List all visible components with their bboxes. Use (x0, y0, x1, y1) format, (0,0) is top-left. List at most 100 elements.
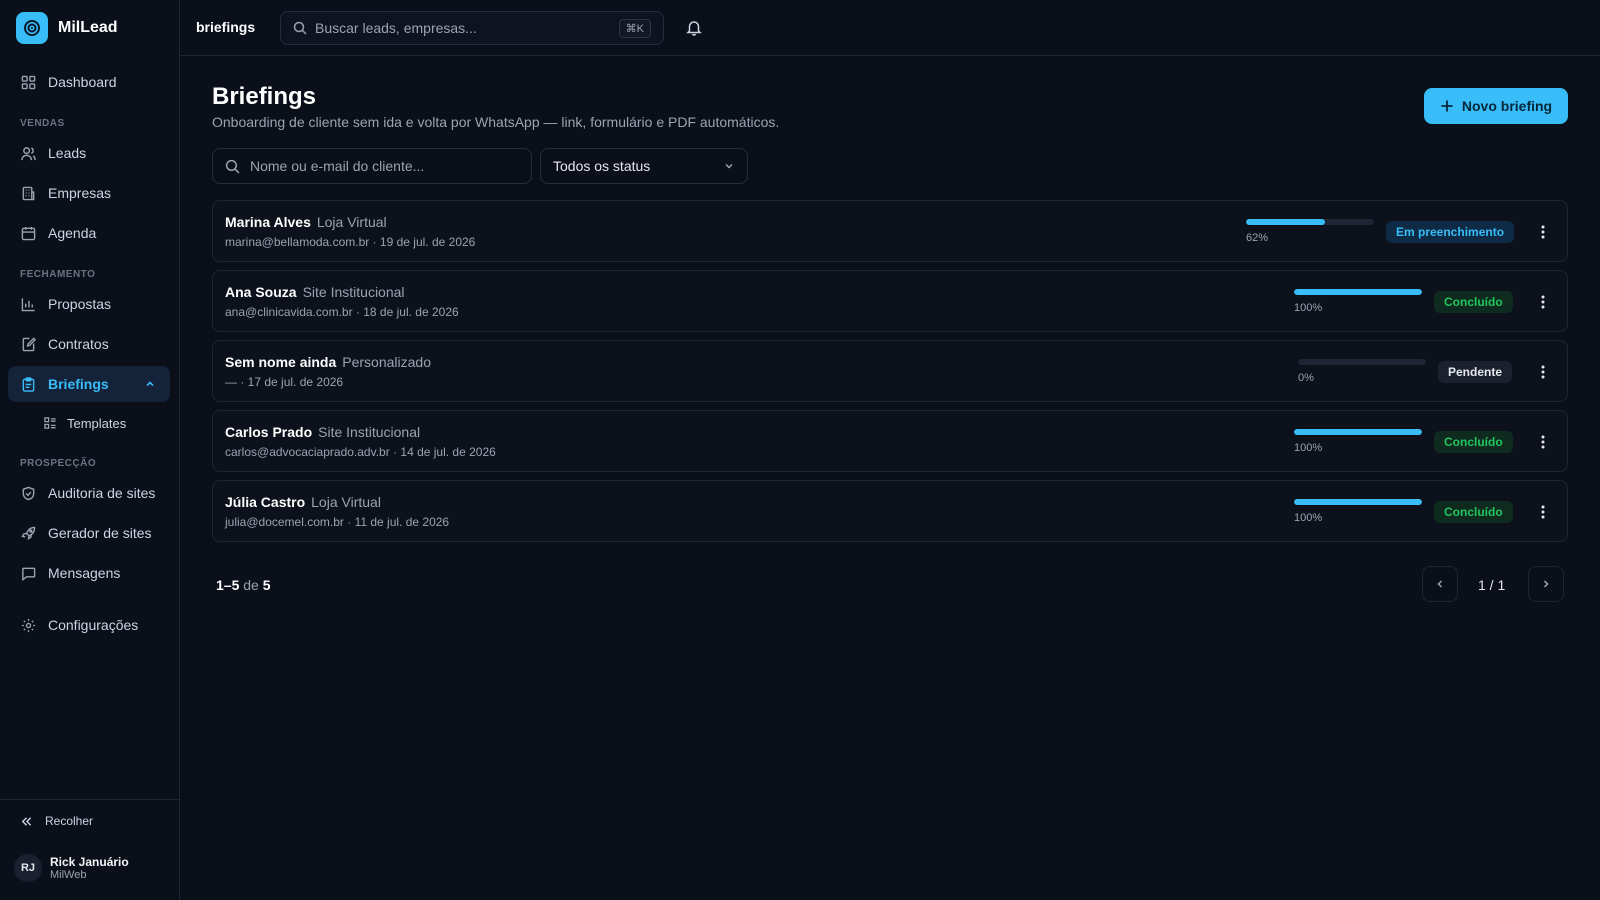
client-name-text: Marina Alves (225, 214, 311, 230)
client-name-text: Júlia Castro (225, 494, 306, 510)
list-item[interactable]: Sem nome ainda Personalizado — · 17 de ju… (212, 340, 1568, 402)
sidebar-item-leads[interactable]: Leads (8, 135, 170, 171)
progress-label: 62% (1246, 232, 1269, 244)
client-search[interactable] (212, 148, 532, 184)
sidebar-item-agenda[interactable]: Agenda (8, 215, 170, 251)
status-filter-value: Todos os status (553, 158, 651, 174)
briefing-type: Site Institucional (318, 424, 421, 440)
avatar: RJ (14, 854, 42, 882)
more-vertical-icon[interactable] (1533, 431, 1553, 453)
bar-chart-icon (20, 296, 36, 312)
progress-fill (1294, 289, 1422, 295)
sidebar-item-briefings[interactable]: Briefings (8, 366, 170, 402)
progress-bar (1294, 289, 1422, 295)
client-search-input[interactable] (250, 158, 510, 174)
sidebar-item-gerador[interactable]: Gerador de sites (8, 515, 170, 551)
calendar-icon (20, 225, 36, 241)
sidebar-item-contratos[interactable]: Contratos (8, 326, 170, 362)
chevrons-left-icon (20, 815, 33, 828)
page-subtitle: Onboarding de cliente sem ida e volta po… (212, 114, 780, 130)
client-name: Sem nome ainda Personalizado (225, 354, 431, 370)
list-item[interactable]: Carlos Prado Site Institucional carlos@ad… (212, 410, 1568, 472)
progress-bar (1246, 219, 1374, 225)
client-name-text: Carlos Prado (225, 424, 313, 440)
sidebar-item-auditoria[interactable]: Auditoria de sites (8, 475, 170, 511)
client-email: ana@clinicavida.com.br (225, 305, 353, 319)
sidebar-divider (0, 799, 180, 800)
progress-fill (1246, 219, 1326, 225)
status-badge: Concluído (1434, 431, 1513, 453)
chevron-up-icon[interactable] (144, 378, 156, 390)
collapse-label: Recolher (45, 814, 94, 828)
section-vendas: VENDAS (20, 118, 65, 129)
client-email: carlos@advocaciaprado.adv.br (225, 445, 390, 459)
sidebar-subitem-templates[interactable]: Templates (44, 412, 126, 434)
briefing-date: 17 de jul. de 2026 (247, 375, 344, 389)
status-badge: Concluído (1434, 291, 1513, 313)
status-filter-select[interactable]: Todos os status (540, 148, 748, 184)
list-item[interactable]: Ana Souza Site Institucional ana@clinicav… (212, 270, 1568, 332)
pagination-total: 5 (262, 577, 271, 593)
search-icon (293, 21, 307, 35)
sidebar-item-configuracoes[interactable]: Configurações (8, 607, 170, 643)
building-icon (20, 185, 36, 201)
briefing-type: Site Institucional (302, 284, 405, 300)
gear-icon (20, 617, 36, 633)
progress-bar (1298, 359, 1426, 365)
sidebar-item-mensagens[interactable]: Mensagens (8, 555, 170, 591)
sidebar-item-empresas[interactable]: Empresas (8, 175, 170, 211)
prev-page-button[interactable] (1422, 566, 1458, 602)
sidebar-item-label: Dashboard (48, 74, 117, 90)
collapse-sidebar-button[interactable]: Recolher (20, 814, 93, 828)
briefing-date: 19 de jul. de 2026 (379, 235, 476, 249)
progress-fill (1294, 429, 1422, 435)
bell-icon[interactable] (686, 19, 702, 39)
more-vertical-icon[interactable] (1533, 501, 1553, 523)
sidebar-item-propostas[interactable]: Propostas (8, 286, 170, 322)
topbar: briefings ⌘K (180, 0, 1600, 56)
pagination-range: 1–5 (216, 577, 240, 593)
dashboard-icon (20, 74, 36, 90)
client-email: julia@docemel.com.br (225, 515, 344, 529)
sidebar-item-label: Configurações (48, 617, 139, 633)
sidebar-item-label: Contratos (48, 336, 109, 352)
global-search[interactable]: ⌘K (280, 11, 664, 45)
more-vertical-icon[interactable] (1533, 221, 1553, 243)
briefing-date: 11 de jul. de 2026 (354, 515, 450, 529)
progress-label: 100% (1294, 302, 1323, 314)
client-email: marina@bellamoda.com.br (225, 235, 370, 249)
status-badge: Em preenchimento (1386, 221, 1515, 243)
sidebar-item-label: Briefings (48, 376, 109, 392)
client-name: Ana Souza Site Institucional (225, 284, 405, 300)
client-meta: carlos@advocaciaprado.adv.br · 14 de jul… (225, 445, 496, 459)
progress-label: 100% (1294, 512, 1323, 524)
brand[interactable]: MilLead (16, 12, 118, 44)
list-item[interactable]: Marina Alves Loja Virtual marina@bellamod… (212, 200, 1568, 262)
sidebar-item-label: Leads (48, 145, 87, 161)
user-org: MilWeb (50, 869, 87, 881)
sidebar-item-dashboard[interactable]: Dashboard (8, 64, 170, 100)
pagination-info: 1–5 de 5 (216, 577, 271, 593)
sidebar-item-label: Empresas (48, 185, 112, 201)
more-vertical-icon[interactable] (1533, 291, 1553, 313)
clipboard-icon (20, 376, 36, 392)
new-briefing-label: Novo briefing (1461, 98, 1553, 114)
status-badge: Pendente (1438, 361, 1513, 383)
templates-icon (44, 416, 57, 430)
search-input[interactable] (315, 20, 605, 36)
sidebar-item-label: Auditoria de sites (48, 485, 156, 501)
client-meta: julia@docemel.com.br · 11 de jul. de 202… (225, 515, 450, 529)
shortcut-hint: ⌘K (618, 18, 651, 38)
list-item[interactable]: Júlia Castro Loja Virtual julia@docemel.c… (212, 480, 1568, 542)
next-page-button[interactable] (1528, 566, 1564, 602)
briefing-date: 18 de jul. de 2026 (363, 305, 459, 319)
briefing-date: 14 de jul. de 2026 (400, 445, 496, 459)
new-briefing-button[interactable]: Novo briefing (1424, 88, 1568, 124)
progress-fill (1294, 499, 1422, 505)
client-name-text: Sem nome ainda (225, 354, 337, 370)
client-meta: marina@bellamoda.com.br · 19 de jul. de … (225, 235, 476, 249)
user-profile[interactable]: RJ Rick Januário MilWeb (14, 854, 129, 882)
more-vertical-icon[interactable] (1533, 361, 1553, 383)
search-icon (225, 159, 240, 174)
progress-label: 0% (1298, 372, 1314, 384)
